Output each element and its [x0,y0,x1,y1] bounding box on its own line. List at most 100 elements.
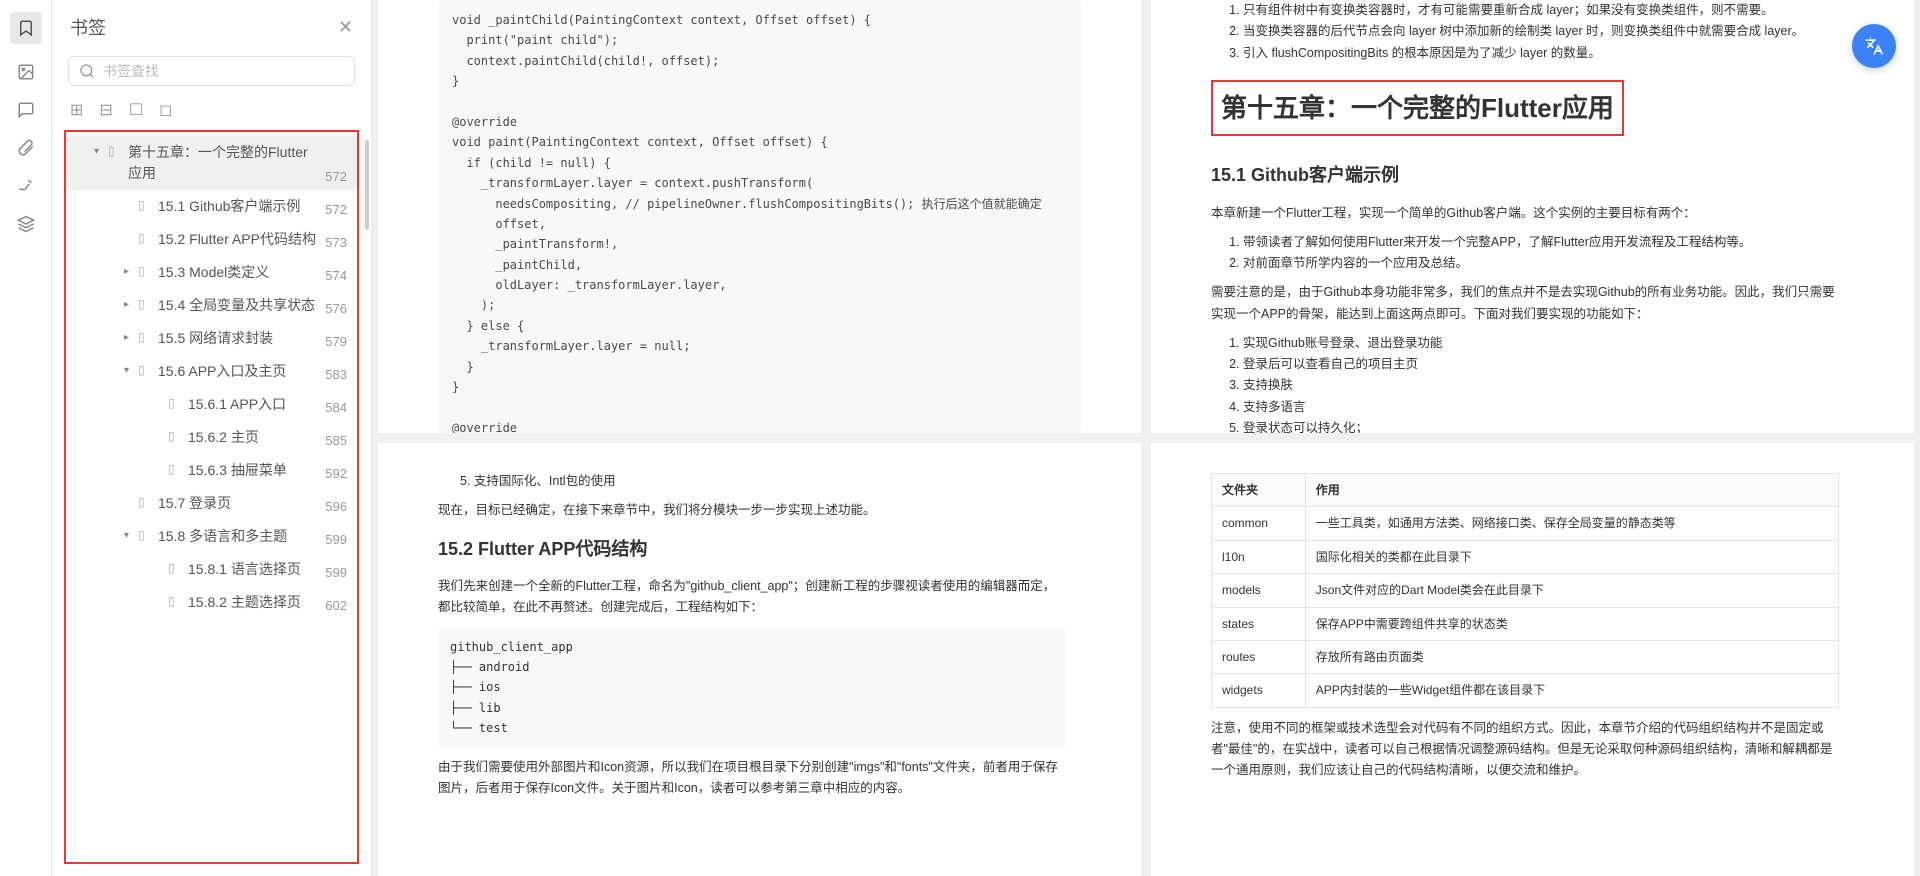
bookmark-search[interactable] [68,56,355,86]
bookmark-icon: ▯ [168,396,182,410]
bookmark-item[interactable]: ▯ 15.8.2 主题选择页 602 [66,586,357,619]
bookmark-icon[interactable]: ◻ [159,100,172,120]
page-573[interactable]: 只有组件树中有变换类容器时，才有可能需要重新合成 layer；如果没有变换类组件… [1151,0,1914,433]
left-rail [0,0,52,876]
list-item: 实现Github账号登录、退出登录功能 [1243,333,1839,354]
table-cell: 一些工具类，如通用方法类、网络接口类、保存全局变量的静态类等 [1305,507,1838,540]
search-icon [79,63,95,79]
list-item: 支持多语言 [1243,397,1839,418]
bookmark-label: 15.6.3 抽屉菜单 [188,460,317,481]
bookmark-item[interactable]: ▯15.6.2 主页585 [66,421,357,454]
collapse-all-icon[interactable]: ⊟ [99,100,112,120]
bookmark-item[interactable]: ▸▯ 15.5 网络请求封装 579 [66,322,357,355]
toggle-icon[interactable]: ▾ [94,146,108,157]
sign-rail-icon[interactable] [16,176,36,196]
bookmark-item[interactable]: ▯15.6.1 APP入口584 [66,388,357,421]
table-cell: widgets [1212,674,1306,707]
toggle-icon[interactable]: ▸ [124,299,138,310]
bookmark-item[interactable]: ▯15.7 登录页596 [66,487,357,520]
toggle-icon[interactable]: ▾ [124,365,138,376]
bookmark-item[interactable]: ▯15.1 Github客户端示例572 [66,190,357,223]
list-item: 带领读者了解如何使用Flutter来开发一个完整APP，了解Flutter应用开… [1243,232,1839,253]
bookmark-icon: ▯ [138,330,152,344]
table-cell: states [1212,607,1306,640]
page-572[interactable]: void _paintChild(PaintingContext context… [378,0,1141,433]
bookmark-label: 15.2 Flutter APP代码结构 [158,229,317,250]
bookmark-icon: ▯ [138,528,152,542]
bookmark-page: 585 [325,433,347,448]
list-item: 登录状态可以持久化； [1243,418,1839,433]
table-row: widgetsAPP内封装的一些Widget组件都在该目录下 [1212,674,1839,707]
expand-all-icon[interactable]: ⊞ [70,100,83,120]
bookmark-page: 592 [325,466,347,481]
list-item: 支持换肤 [1243,375,1839,396]
chapter-title: 第十五章：一个完整的Flutter应用 [1211,80,1624,136]
paragraph: 现在，目标已经确定，在接下来章节中，我们将分模块一步一步实现上述功能。 [438,500,1066,521]
paragraph: 需要注意的是，由于Github本身功能非常多，我们的焦点并不是去实现Github… [1211,282,1839,325]
scrollbar-thumb[interactable] [365,140,369,230]
toggle-icon[interactable]: ▾ [124,530,138,541]
close-icon[interactable]: ✕ [338,17,353,38]
toggle-icon[interactable]: ▸ [124,266,138,277]
bookmark-item[interactable]: ▾▯ 15.8 多语言和多主题 599 [66,520,357,553]
table-cell: 存放所有路由页面类 [1305,640,1838,673]
bookmark-page: 583 [325,367,347,382]
attachment-rail-icon[interactable] [16,138,36,158]
list-item: 登录后可以查看自己的项目主页 [1243,354,1839,375]
bookmark-icon: ▯ [108,144,122,158]
paragraph: 我们先来创建一个全新的Flutter工程，命名为"github_client_a… [438,576,1066,619]
bookmark-item[interactable]: ▾▯15.6 APP入口及主页583 [66,355,357,388]
bookmark-page: 574 [325,268,347,283]
layers-rail-icon[interactable] [16,214,36,234]
bookmark-label: 15.3 Model类定义 [158,262,317,283]
bookmark-item[interactable]: ▯15.2 Flutter APP代码结构573 [66,223,357,256]
bookmark-icon: ▯ [138,264,152,278]
list-item: 当变换类容器的后代节点会向 layer 树中添加新的绘制类 layer 时，则变… [1243,21,1839,42]
bookmark-rail-icon[interactable] [10,12,42,44]
table-row: routes存放所有路由页面类 [1212,640,1839,673]
page-574[interactable]: 5. 支持国际化、Intl包的使用 现在，目标已经确定，在接下来章节中，我们将分… [378,443,1141,876]
search-input[interactable] [103,63,344,79]
tree-code: github_client_app ├── android ├── ios ├─… [438,629,1066,747]
list-item: 5. 支持国际化、Intl包的使用 [460,471,1066,492]
bookmark-add-icon[interactable]: ☐ [129,100,143,120]
bookmark-label: 15.6.1 APP入口 [188,394,317,415]
bookmark-label: 15.4 全局变量及共享状态 [158,295,317,316]
bookmark-label: 15.5 网络请求封装 [158,328,317,349]
bookmark-item[interactable]: ▸▯ 15.3 Model类定义 574 [66,256,357,289]
bookmark-icon: ▯ [138,231,152,245]
table-cell: models [1212,574,1306,607]
table-cell: 国际化相关的类都在此目录下 [1305,540,1838,573]
section-title: 15.2 Flutter APP代码结构 [438,534,1066,565]
table-cell: APP内封装的一些Widget组件都在该目录下 [1305,674,1838,707]
bookmark-page: 602 [325,598,347,613]
bookmark-item[interactable]: ▾▯第十五章：一个完整的Flutter应用572 [66,136,357,190]
section-title: 15.1 Github客户端示例 [1211,160,1839,191]
list-item: 只有组件树中有变换类容器时，才有可能需要重新合成 layer；如果没有变换类组件… [1243,0,1839,21]
table-cell: l10n [1212,540,1306,573]
bookmark-label: 15.8.2 主题选择页 [188,592,317,613]
translate-icon [1864,36,1884,56]
bookmark-page: 579 [325,334,347,349]
bookmark-item[interactable]: ▯15.6.3 抽屉菜单592 [66,454,357,487]
bookmarks-list: ▾▯第十五章：一个完整的Flutter应用572▯15.1 Github客户端示… [64,130,359,864]
bookmark-item[interactable]: ▸▯15.4 全局变量及共享状态576 [66,289,357,322]
bookmark-icon: ▯ [138,198,152,212]
bookmark-page: 599 [325,532,347,547]
bookmark-icon: ▯ [168,561,182,575]
bookmark-label: 15.1 Github客户端示例 [158,196,317,217]
folders-table: 文件夹 作用 common一些工具类，如通用方法类、网络接口类、保存全局变量的静… [1211,473,1839,708]
list-item: 引入 flushCompositingBits 的根本原因是为了减少 layer… [1243,43,1839,64]
toggle-icon[interactable]: ▸ [124,332,138,343]
image-rail-icon[interactable] [16,62,36,82]
bookmark-label: 15.8 多语言和多主题 [158,526,317,547]
bookmark-page: 572 [325,169,347,184]
table-row: l10n国际化相关的类都在此目录下 [1212,540,1839,573]
bookmark-icon: ▯ [168,594,182,608]
bookmark-label: 15.6.2 主页 [188,427,317,448]
page-575[interactable]: 文件夹 作用 common一些工具类，如通用方法类、网络接口类、保存全局变量的静… [1151,443,1914,876]
bookmark-icon: ▯ [138,495,152,509]
bookmark-item[interactable]: ▯15.8.1 语言选择页599 [66,553,357,586]
comment-rail-icon[interactable] [16,100,36,120]
translate-fab[interactable] [1852,24,1896,68]
